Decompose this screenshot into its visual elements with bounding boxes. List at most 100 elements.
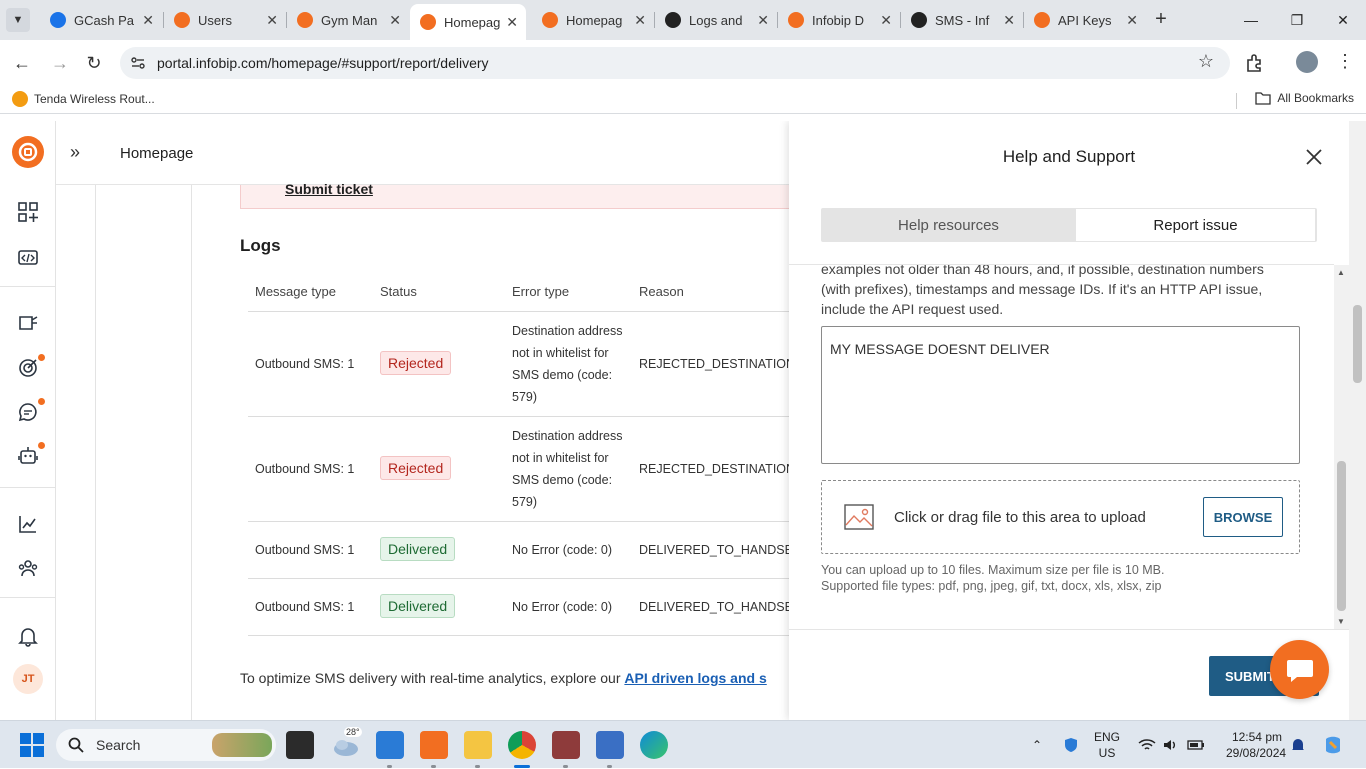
bookmark-item[interactable]: Tenda Wireless Rout... [12,91,155,107]
task-view-icon[interactable] [286,731,314,759]
page-scrollbar[interactable] [1349,121,1366,720]
chat-widget-button[interactable] [1270,640,1329,699]
tab-help-resources[interactable]: Help resources [821,208,1076,242]
tab-close-icon[interactable]: ✕ [1003,12,1015,29]
notification-bell-icon[interactable] [1290,721,1306,769]
send-broadcast-icon[interactable] [17,312,39,334]
browse-button[interactable]: BROWSE [1203,497,1283,537]
battery-icon[interactable] [1187,721,1205,769]
tab-close-icon[interactable]: ✕ [266,12,278,29]
report-issue-form: examples not older than 48 hours, and, i… [789,265,1334,629]
tab-close-icon[interactable]: ✕ [142,12,154,29]
scroll-down-arrow-icon[interactable]: ▼ [1337,617,1345,626]
browser-tab[interactable]: Users ✕ [164,6,286,34]
winrar-icon[interactable] [552,731,580,759]
user-avatar[interactable]: JT [13,664,43,694]
file-explorer-icon[interactable] [464,731,492,759]
expand-sidebar-icon[interactable]: » [70,142,80,163]
clock[interactable]: 12:54 pm 29/08/2024 [1226,729,1286,761]
browser-tab-bar: ▼ GCash Pa ✕ Users ✕ Gym Man ✕ Homepag ✕… [0,0,1366,40]
tab-search-button[interactable]: ▼ [6,8,30,32]
column-header: Message type [255,284,336,299]
browser-tab[interactable]: Homepag ✕ [532,6,654,34]
url-text[interactable]: portal.infobip.com/homepage/#support/rep… [157,55,489,71]
notifications-bell-icon[interactable] [17,625,39,647]
all-bookmarks-button[interactable]: All Bookmarks [1255,91,1354,105]
browser-tab[interactable]: Infobip D ✕ [778,6,900,34]
language-indicator[interactable]: ENG US [1094,729,1120,761]
left-navigation: JT [0,121,56,720]
column-header: Error type [512,284,570,299]
error-type-cell: Destination address not in whitelist for… [512,429,623,509]
conversations-chat-icon[interactable] [17,401,39,423]
panel-scrollbar[interactable]: ▲ ▼ [1334,265,1349,629]
security-shield-icon[interactable] [1063,721,1079,769]
bookmark-star-icon[interactable]: ☆ [1198,51,1214,72]
tab-close-icon[interactable]: ✕ [634,12,646,29]
issue-description-textarea[interactable] [821,326,1300,464]
people-audience-icon[interactable] [17,557,39,579]
browser-tab[interactable]: SMS - Inf ✕ [901,6,1023,34]
tab-close-icon[interactable]: ✕ [880,12,892,29]
site-settings-icon[interactable] [130,55,146,71]
folder-icon [1255,92,1271,105]
developer-code-icon[interactable] [17,246,39,268]
submit-ticket-link[interactable]: Submit ticket [285,181,373,197]
close-icon[interactable] [1303,146,1325,168]
profile-avatar[interactable] [1296,51,1318,73]
reason-cell: REJECTED_DESTINATION_ [639,357,802,371]
analytics-chart-icon[interactable] [17,513,39,535]
bookmarks-bar: Tenda Wireless Rout... All Bookmarks [0,86,1366,114]
extensions-puzzle-icon[interactable] [1244,52,1266,74]
chat-bubble-icon [1286,659,1313,682]
volume-icon[interactable] [1162,721,1178,769]
upload-instruction: Click or drag file to this area to uploa… [894,509,1146,526]
tab-close-icon[interactable]: ✕ [1126,12,1138,29]
infobip-logo[interactable] [12,136,44,168]
browser-menu-icon[interactable]: ⋮ [1336,51,1354,72]
close-window-button[interactable]: ✕ [1331,8,1355,32]
forward-arrow-icon[interactable]: → [48,51,72,75]
reload-icon[interactable]: ↻ [82,51,106,75]
apps-grid-icon[interactable] [17,201,39,223]
browser-tab[interactable]: Logs and ✕ [655,6,777,34]
windows-start-icon[interactable] [20,733,44,757]
page-header: » Homepage [56,121,790,185]
weather-widget[interactable]: 28° [330,727,362,761]
new-tab-button[interactable]: + [1150,8,1172,30]
page-title: Homepage [120,145,194,162]
back-arrow-icon[interactable]: ← [10,51,34,75]
api-logs-link[interactable]: API driven logs and s [624,670,766,686]
file-upload-dropzone[interactable]: Click or drag file to this area to uploa… [821,480,1300,554]
chrome-icon[interactable] [508,731,536,759]
error-type-cell: No Error (code: 0) [512,600,613,614]
target-moments-icon[interactable] [17,357,39,379]
issue-instructions: examples not older than 48 hours, and, i… [821,265,1264,317]
tab-report-issue[interactable]: Report issue [1076,209,1315,241]
minimize-button[interactable]: — [1239,8,1263,32]
notification-badge [38,442,45,449]
restore-button[interactable]: ❐ [1285,8,1309,32]
vscode-icon[interactable] [376,731,404,759]
notepad-icon[interactable] [596,731,624,759]
tab-favicon-icon [788,12,804,28]
copilot-icon[interactable] [1322,721,1344,769]
scroll-up-arrow-icon[interactable]: ▲ [1337,268,1345,277]
scrollbar-thumb[interactable] [1353,305,1362,383]
chatbot-robot-icon[interactable] [17,445,39,467]
tab-close-icon[interactable]: ✕ [506,14,518,31]
edge-icon[interactable] [640,731,668,759]
taskbar-search[interactable]: Search [56,729,276,761]
address-bar[interactable]: portal.infobip.com/homepage/#support/rep… [120,47,1230,79]
tab-close-icon[interactable]: ✕ [389,12,401,29]
browser-tab-active[interactable]: Homepag ✕ [410,4,526,40]
browser-tab[interactable]: Gym Man ✕ [287,6,409,34]
column-header: Reason [639,284,684,299]
wifi-icon[interactable] [1138,721,1156,769]
browser-tab[interactable]: GCash Pa ✕ [40,6,162,34]
tab-close-icon[interactable]: ✕ [757,12,769,29]
scrollbar-thumb[interactable] [1337,461,1346,611]
show-hidden-icons-icon[interactable]: ⌃ [1032,721,1042,769]
browser-tab[interactable]: API Keys ✕ [1024,6,1146,34]
xampp-icon[interactable] [420,731,448,759]
